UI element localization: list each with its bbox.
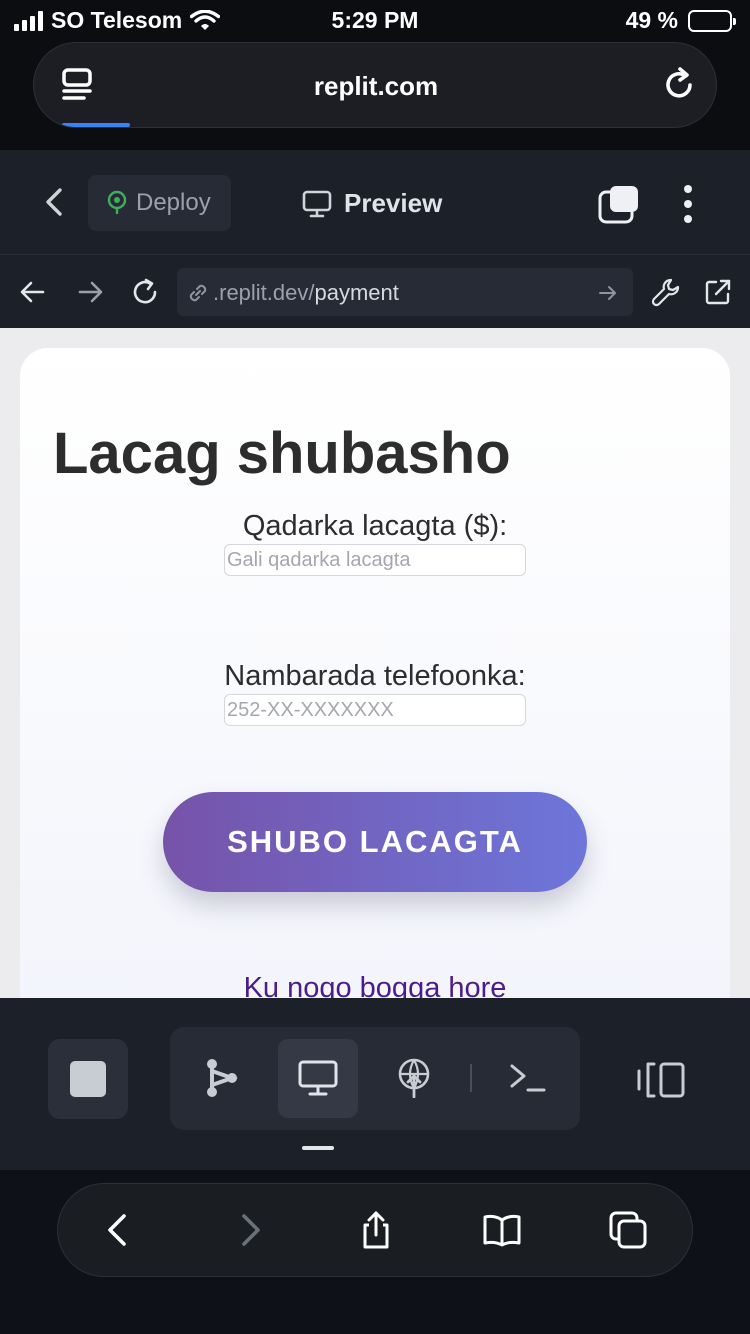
link-icon bbox=[189, 284, 207, 302]
page-title: Lacag shubasho bbox=[53, 421, 511, 486]
replit-header: Deploy Preview bbox=[0, 150, 750, 254]
submit-payment-button[interactable]: SHUBO LACAGTA bbox=[163, 792, 587, 892]
replit-bottom-toolbar bbox=[0, 998, 750, 1170]
workflow-icon bbox=[207, 1059, 239, 1097]
refresh-icon[interactable] bbox=[130, 277, 160, 307]
amount-label: Qadarka lacagta ($): bbox=[242, 510, 508, 542]
amount-input[interactable] bbox=[224, 544, 526, 576]
battery-percent: 49 % bbox=[625, 7, 678, 33]
book-icon[interactable] bbox=[482, 1210, 522, 1250]
safari-nav-pill bbox=[57, 1183, 693, 1277]
tool-group bbox=[170, 1027, 580, 1130]
charging-bolt-icon: ⚡ bbox=[702, 10, 717, 33]
safari-bottom-bar bbox=[0, 1170, 750, 1334]
monitor-icon bbox=[302, 190, 332, 217]
chevron-right-icon[interactable] bbox=[230, 1210, 270, 1250]
page-load-progress bbox=[62, 123, 130, 127]
webview-address-field[interactable]: .replit.dev/payment bbox=[177, 268, 633, 316]
address-path: payment bbox=[314, 280, 399, 305]
phone-input[interactable] bbox=[224, 694, 526, 726]
deploy-label: Deploy bbox=[136, 189, 211, 216]
deployments-tool[interactable] bbox=[374, 1039, 454, 1118]
arrow-left-icon[interactable] bbox=[18, 277, 48, 307]
chevron-left-icon[interactable] bbox=[98, 1210, 138, 1250]
go-arrow-icon[interactable] bbox=[597, 282, 619, 304]
drag-handle[interactable] bbox=[302, 1146, 334, 1150]
deploy-icon bbox=[398, 1058, 430, 1098]
wrench-icon[interactable] bbox=[651, 277, 681, 307]
address-prefix: .replit.dev/ bbox=[213, 280, 315, 305]
deploy-button[interactable]: Deploy bbox=[88, 175, 231, 231]
tabs-icon[interactable] bbox=[608, 1210, 648, 1250]
share-icon[interactable] bbox=[356, 1210, 396, 1250]
layout-icon[interactable] bbox=[636, 1061, 686, 1099]
web-page: Lacag shubasho Qadarka lacagta ($): Namb… bbox=[0, 328, 750, 998]
arrow-right-icon[interactable] bbox=[75, 277, 105, 307]
terminal-icon bbox=[510, 1064, 546, 1092]
external-link-icon[interactable] bbox=[703, 277, 733, 307]
status-bar: SO Telesom 5:29 PM 49 % ⚡ bbox=[0, 0, 750, 40]
preview-label: Preview bbox=[344, 188, 443, 218]
chevron-left-icon[interactable] bbox=[40, 186, 70, 218]
safari-domain[interactable]: replit.com bbox=[34, 71, 716, 102]
reload-icon[interactable] bbox=[660, 65, 698, 103]
stop-button[interactable] bbox=[48, 1039, 128, 1119]
back-home-link[interactable]: Ku noqo bogga hore bbox=[20, 972, 730, 998]
phone-label: Nambarada telefoonka: bbox=[224, 660, 526, 692]
shell-tool[interactable] bbox=[488, 1039, 568, 1118]
battery-icon: ⚡ bbox=[688, 9, 736, 33]
deploy-icon bbox=[107, 190, 127, 214]
workflow-tool[interactable] bbox=[182, 1039, 262, 1118]
tool-divider bbox=[470, 1064, 472, 1092]
payment-card: Lacag shubasho Qadarka lacagta ($): Namb… bbox=[20, 348, 730, 998]
safari-top-bar: replit.com bbox=[0, 40, 750, 150]
status-right: 49 % ⚡ bbox=[625, 7, 736, 34]
more-vertical-icon[interactable] bbox=[682, 184, 694, 224]
safari-address-bar[interactable]: replit.com bbox=[33, 42, 717, 128]
stop-icon bbox=[70, 1061, 106, 1097]
webview-tool[interactable] bbox=[278, 1039, 358, 1118]
webview-address-text: .replit.dev/payment bbox=[213, 280, 399, 306]
windows-icon[interactable] bbox=[598, 184, 640, 224]
webview-toolbar: .replit.dev/payment bbox=[0, 254, 750, 328]
tab-preview[interactable]: Preview bbox=[302, 188, 442, 219]
monitor-icon bbox=[298, 1060, 338, 1096]
